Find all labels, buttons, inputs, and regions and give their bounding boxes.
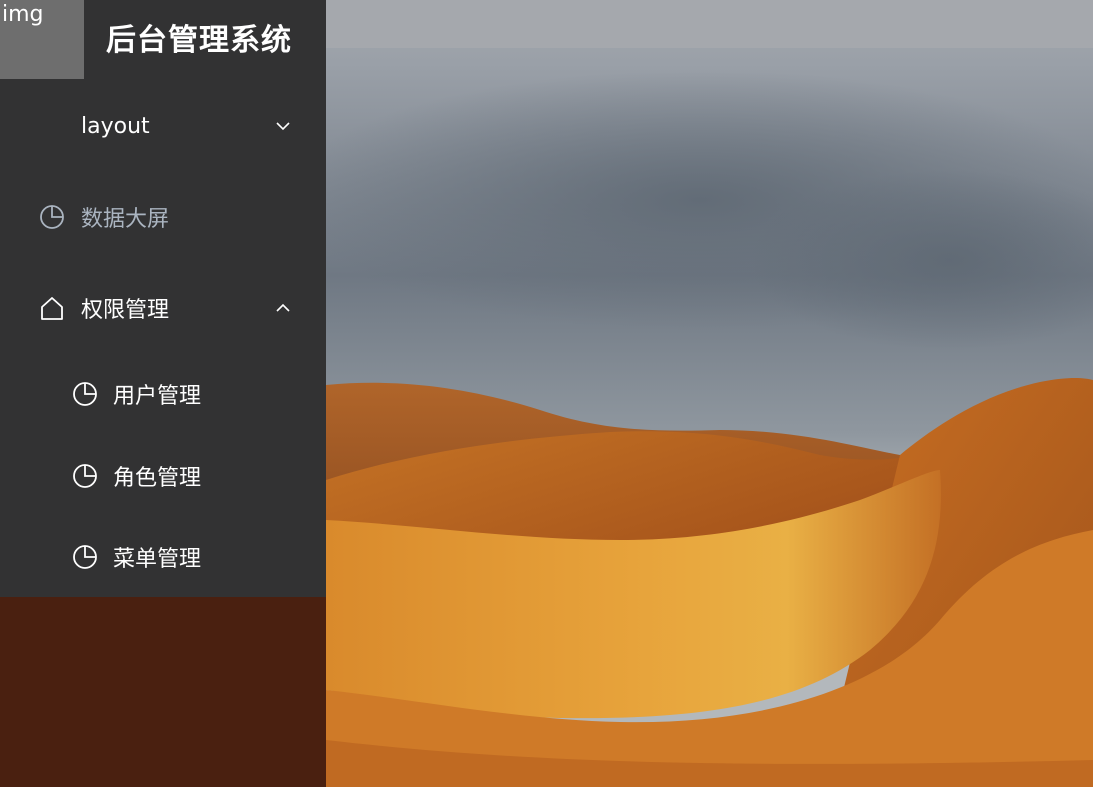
sidebar-subitem-roles[interactable]: 角色管理 [0,446,326,506]
sidebar-subitem-menus[interactable]: 菜单管理 [0,527,326,587]
sidebar-item-label: 权限管理 [81,298,170,323]
pie-chart-icon [39,204,65,230]
sidebar-item-label: 数据大屏 [81,207,170,232]
chevron-up-icon [274,299,292,317]
pie-chart-icon [72,381,98,407]
pie-chart-icon [72,463,98,489]
sidebar: img 后台管理系统 layout 数据大屏 权限管理 用户管理 角色管理 菜单… [0,0,326,597]
logo-image-placeholder: img [0,0,84,79]
sidebar-item-permissions[interactable]: 权限管理 [0,278,326,338]
sidebar-item-data-screen[interactable]: 数据大屏 [0,187,326,247]
pie-chart-icon [72,544,98,570]
sidebar-item-layout[interactable]: layout [0,96,326,156]
sidebar-subitem-label: 角色管理 [113,466,202,491]
sidebar-subitem-label: 菜单管理 [113,547,202,572]
sidebar-subitem-users[interactable]: 用户管理 [0,364,326,424]
chevron-down-icon [274,117,292,135]
home-icon [39,295,65,321]
app-title: 后台管理系统 [106,23,292,58]
sidebar-subitem-label: 用户管理 [113,384,202,409]
sidebar-item-label: layout [81,113,150,139]
